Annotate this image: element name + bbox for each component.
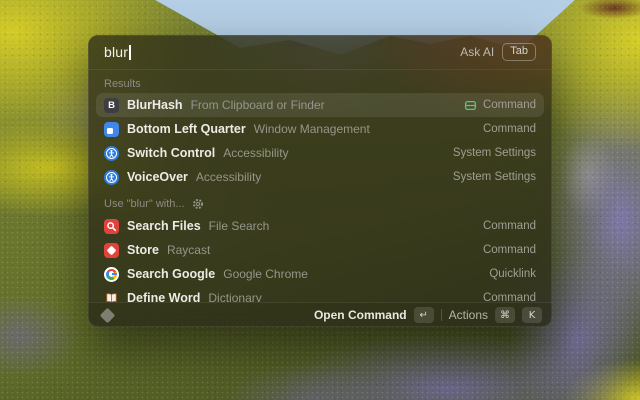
list-item[interactable]: Store Raycast Command [96,238,544,262]
item-accessory: Command [483,292,536,302]
item-subtitle: Accessibility [196,170,261,184]
footer-divider [441,309,442,321]
ask-ai-label[interactable]: Ask AI [460,45,494,59]
tab-key-badge: Tab [502,43,536,61]
footer-bar: Open Command ↵ Actions ⌘ K [88,302,552,327]
item-accessory: Command [483,244,536,256]
results-list: Results B BlurHash From Clipboard or Finder… [88,70,552,302]
item-title: Search Google [127,267,215,281]
command-key-icon: ⌘ [495,307,515,323]
item-type-label: Command [483,99,536,111]
item-subtitle: Raycast [167,243,210,257]
item-accessory: Quicklink [489,268,536,280]
search-input[interactable]: blur [104,44,128,60]
item-title: BlurHash [127,98,183,112]
item-accessory: Command [464,98,536,113]
item-accessory: Command [483,220,536,232]
file-search-icon [104,219,119,234]
item-subtitle: Window Management [254,122,370,136]
section-title: Results [104,78,141,90]
raycast-logo-icon [100,307,116,323]
item-accessory: System Settings [453,147,536,159]
item-subtitle: Accessibility [223,146,288,160]
item-type-label: System Settings [453,171,536,183]
open-command-action[interactable]: Open Command [314,308,407,322]
item-title: Store [127,243,159,257]
item-type-label: Command [483,244,536,256]
list-item[interactable]: Search Google Google Chrome Quicklink [96,262,544,286]
item-type-label: Command [483,123,536,135]
search-bar[interactable]: blur Ask AI Tab [88,35,552,69]
blurhash-icon: B [104,98,119,113]
list-item[interactable]: Switch Control Accessibility System Settin… [96,141,544,165]
item-title: Search Files [127,219,201,233]
section-header: Results [96,76,544,92]
list-item[interactable]: Define Word Dictionary Command [96,286,544,302]
raycast-launcher-window: blur Ask AI Tab Results B BlurHash From Cli… [88,35,552,327]
list-item[interactable]: Search Files File Search Command [96,214,544,238]
section-header: Use "blur" with... [96,196,544,212]
section-title: Use "blur" with... [104,198,185,210]
window-bottom-left-quarter-icon [104,122,119,137]
list-item[interactable]: VoiceOver Accessibility System Settings [96,165,544,189]
gear-icon[interactable] [192,197,204,212]
item-accessory: Command [483,123,536,135]
list-item[interactable]: Bottom Left Quarter Window Management Comm… [96,117,544,141]
return-key-icon: ↵ [414,307,434,323]
item-subtitle: Google Chrome [223,267,308,281]
item-type-label: Quicklink [489,268,536,280]
text-caret [129,45,131,60]
item-type-label: Command [483,292,536,302]
item-title: Bottom Left Quarter [127,122,246,136]
item-accessory: System Settings [453,171,536,183]
item-title: VoiceOver [127,170,188,184]
raycast-store-icon [104,243,119,258]
accessibility-icon [104,170,119,185]
k-key-icon: K [522,307,542,323]
google-icon [104,267,119,282]
list-item[interactable]: B BlurHash From Clipboard or Finder Command [96,93,544,117]
dictionary-icon [104,291,119,303]
item-subtitle: Dictionary [208,291,261,302]
item-subtitle: From Clipboard or Finder [191,98,325,112]
item-subtitle: File Search [209,219,270,233]
accessibility-icon [104,146,119,161]
actions-button[interactable]: Actions [449,308,488,322]
green-card-icon [464,98,477,113]
item-title: Define Word [127,291,200,302]
item-type-label: Command [483,220,536,232]
item-type-label: System Settings [453,147,536,159]
item-title: Switch Control [127,146,215,160]
